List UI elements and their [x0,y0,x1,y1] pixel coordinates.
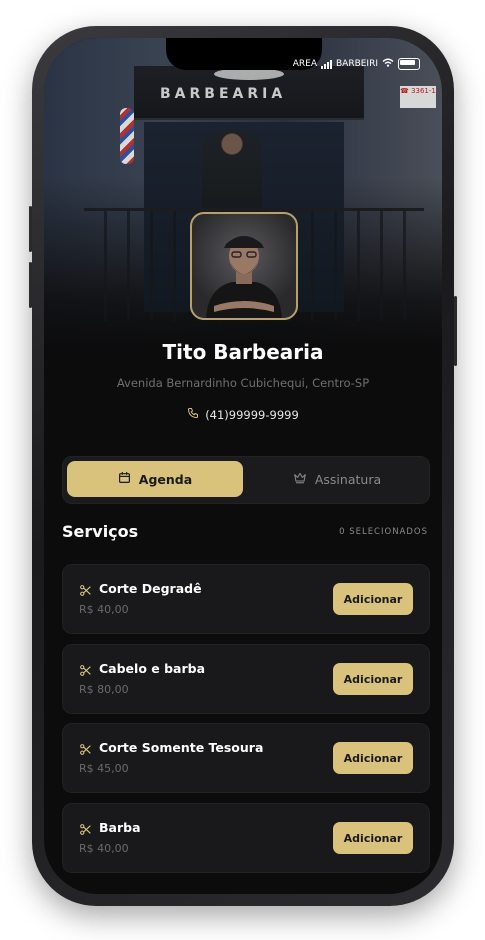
power-button [454,296,457,366]
barber-pole-icon [120,108,134,164]
signal-icon [320,59,332,69]
tab-agenda-label: Agenda [138,471,193,487]
service-card: Corte Degradê R$ 40,00 Adicionar [62,564,430,634]
tab-assinatura[interactable]: Assinatura [249,461,425,497]
service-name: Cabelo e barba [99,661,206,676]
carrier-label-right: BARBEIRI [335,59,378,69]
add-service-button[interactable]: Adicionar [333,583,413,615]
scissors-icon [79,741,92,760]
service-name: Barba [99,820,141,835]
service-card: Corte Somente Tesoura R$ 45,00 Adicionar [62,723,430,793]
service-price: R$ 40,00 [79,603,129,616]
storefront-sign: BARBEARIA [160,86,287,102]
service-price: R$ 80,00 [79,683,129,696]
carrier-label: AREA [292,59,317,69]
service-name: Corte Degradê [99,581,202,596]
service-price: R$ 45,00 [79,762,129,775]
app-screen: BARBEARIA ☎ 3361-1 AREA BARBEIRI Tito Ba… [44,38,442,894]
volume-button [29,262,32,308]
booking-tabs: Agenda Assinatura [62,456,430,504]
shop-address: Avenida Bernardinho Cubichequi, Centro-S… [116,376,370,390]
calendar-icon [118,471,131,487]
tab-agenda[interactable]: Agenda [67,461,243,497]
crown-icon [293,471,307,487]
battery-icon [398,58,420,70]
phone-icon [187,407,199,422]
tab-assinatura-label: Assinatura [314,471,382,487]
service-card: Barba R$ 40,00 Adicionar [62,803,430,873]
shop-phone-number: (41)99999-9999 [205,407,299,422]
side-sign: ☎ 3361-1 [400,86,436,108]
wifi-icon [382,58,394,70]
bottom-fade [44,874,442,894]
add-service-button[interactable]: Adicionar [333,742,413,774]
status-bar: AREA BARBEIRI [293,58,420,70]
barber-avatar [190,212,298,320]
service-card: Cabelo e barba R$ 80,00 Adicionar [62,644,430,714]
shop-name: Tito Barbearia [162,340,324,364]
phone-frame: BARBEARIA ☎ 3361-1 AREA BARBEIRI Tito Ba… [29,26,457,906]
volume-button [29,206,32,252]
service-price: R$ 40,00 [79,842,129,855]
services-section-title: Serviços [62,522,139,541]
selected-count: 0 SELECIONADOS [339,527,428,537]
add-service-button[interactable]: Adicionar [333,822,413,854]
service-name: Corte Somente Tesoura [99,740,264,755]
scissors-icon [79,662,92,681]
scissors-icon [79,582,92,601]
add-service-button[interactable]: Adicionar [333,663,413,695]
scissors-icon [79,821,92,840]
shop-phone-link[interactable]: (41)99999-9999 [44,407,442,422]
